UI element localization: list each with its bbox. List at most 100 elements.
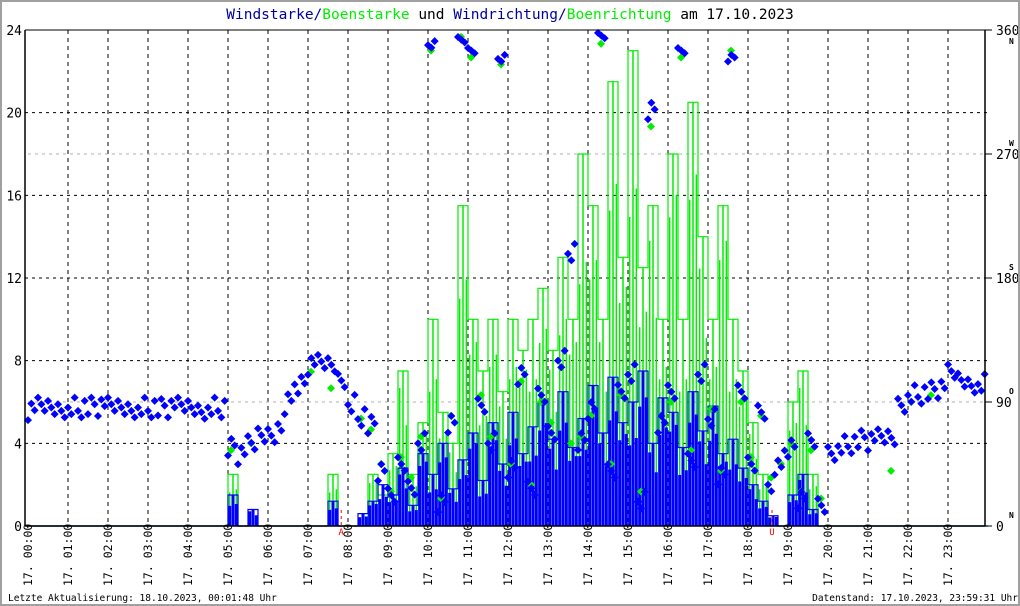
x-tick-label: 17. 11:00 — [461, 524, 475, 586]
wind-direction-point — [664, 381, 672, 390]
gust-direction-point — [887, 466, 895, 475]
data-status-text: Datenstand: 17.10.2023, 23:59:31 Uhr — [812, 593, 1018, 604]
x-tick-label: 17. 01:00 — [61, 524, 75, 586]
x-tick-label: 17. 14:00 — [581, 524, 595, 586]
wind-direction-point — [204, 403, 212, 412]
wind-direction-point — [237, 443, 246, 452]
x-tick-label: 17. 09:00 — [381, 524, 395, 586]
wind-direction-point — [667, 387, 676, 396]
gust-direction-point — [327, 384, 335, 393]
wind-direction-point — [54, 400, 62, 409]
wind-direction-point — [927, 378, 936, 387]
wind-direction-point — [360, 405, 369, 414]
x-tick-label: 17. 05:00 — [221, 524, 235, 586]
wind-direction-point — [944, 360, 952, 369]
wind-direction-point — [484, 439, 492, 448]
wind-direction-point — [254, 424, 262, 433]
y-right-tick-label: 0 — [996, 520, 1004, 535]
wind-direction-point — [274, 420, 282, 429]
wind-direction-point — [977, 386, 986, 395]
x-tick-label: 17. 02:00 — [101, 524, 115, 586]
wind-direction-point — [377, 460, 386, 469]
wind-direction-point — [534, 384, 542, 393]
wind-direction-point — [94, 412, 102, 421]
wind-direction-point — [367, 412, 376, 421]
compass-label: O — [1009, 387, 1014, 396]
wind-direction-point — [374, 476, 382, 485]
x-tick-label: 17. 16:00 — [661, 524, 675, 586]
y-right-tick-label: 360 — [996, 24, 1019, 39]
wind-direction-point — [827, 449, 836, 458]
wind-direction-point — [187, 403, 196, 412]
wind-direction-point — [90, 400, 99, 409]
wind-direction-point — [820, 507, 829, 516]
wind-direction-point — [900, 407, 909, 416]
wind-direction-point — [627, 377, 636, 386]
wind-direction-point — [50, 410, 59, 419]
wind-direction-point — [234, 460, 242, 469]
wind-direction-point — [500, 50, 509, 59]
wind-direction-point — [704, 415, 712, 424]
wind-chart-image: Windstarke/Boenstarke und Windrichtung/B… — [0, 0, 1020, 606]
wind-direction-point — [87, 393, 96, 402]
wind-direction-point — [257, 431, 266, 440]
wind-direction-point — [650, 105, 659, 114]
wind-direction-point — [784, 452, 792, 461]
wind-direction-point — [124, 400, 132, 409]
x-tick-label: 17. 18:00 — [741, 524, 755, 586]
wind-direction-point — [960, 382, 969, 391]
wind-direction-point — [327, 360, 336, 369]
wind-direction-point — [644, 115, 652, 124]
wind-direction-point — [870, 436, 879, 445]
wind-direction-point — [250, 445, 259, 454]
wind-direction-point — [164, 413, 172, 422]
wind-direction-point — [357, 421, 366, 430]
wind-direction-point — [197, 408, 206, 417]
wind-direction-point — [320, 364, 329, 373]
y-left-tick-label: 8 — [14, 355, 22, 370]
wind-direction-point — [840, 432, 849, 441]
wind-direction-point — [287, 396, 296, 405]
wind-direction-point — [84, 410, 92, 419]
wind-direction-point — [837, 448, 846, 457]
wind-direction-point — [47, 403, 56, 412]
x-tick-label: 17. 19:00 — [781, 524, 795, 586]
wind-direction-point — [57, 406, 66, 415]
x-tick-label: 17. 20:00 — [821, 524, 835, 586]
wind-direction-point — [267, 431, 276, 440]
wind-direction-point — [170, 403, 179, 412]
x-tick-label: 17. 17:00 — [701, 524, 715, 586]
wind-direction-point — [614, 380, 622, 389]
wind-direction-point — [867, 429, 876, 438]
wind-direction-point — [914, 393, 922, 402]
wind-direction-point — [694, 370, 702, 379]
wind-direction-point — [297, 372, 306, 381]
compass-label: N — [1009, 511, 1014, 520]
wind-direction-point — [300, 379, 309, 388]
wind-direction-point — [847, 449, 856, 458]
wind-direction-point — [947, 367, 956, 376]
sun-marker-label: U — [769, 528, 774, 538]
wind-direction-point — [317, 357, 326, 366]
wind-direction-point — [624, 370, 632, 379]
wind-direction-point — [630, 360, 639, 369]
wind-direction-point — [964, 375, 972, 384]
last-update-text: Letzte Aktualisierung: 18.10.2023, 00:01… — [8, 593, 277, 604]
wind-direction-point — [537, 391, 546, 400]
y-left-tick-label: 24 — [6, 24, 22, 39]
wind-direction-point — [174, 393, 182, 402]
wind-direction-point — [340, 383, 349, 392]
wind-direction-point — [260, 437, 269, 446]
wind-direction-point — [370, 419, 379, 428]
wind-direction-point — [747, 460, 756, 468]
wind-direction-point — [907, 397, 916, 406]
wind-direction-point — [824, 442, 832, 451]
wind-direction-point — [414, 439, 422, 448]
wind-direction-point — [160, 401, 169, 410]
title-windrichtung: Windrichtung/ — [453, 7, 567, 23]
title-und: und — [410, 7, 454, 23]
wind-direction-point — [754, 401, 762, 410]
wind-direction-point — [290, 380, 299, 389]
wind-direction-point — [270, 438, 279, 447]
wind-direction-point — [857, 426, 866, 435]
